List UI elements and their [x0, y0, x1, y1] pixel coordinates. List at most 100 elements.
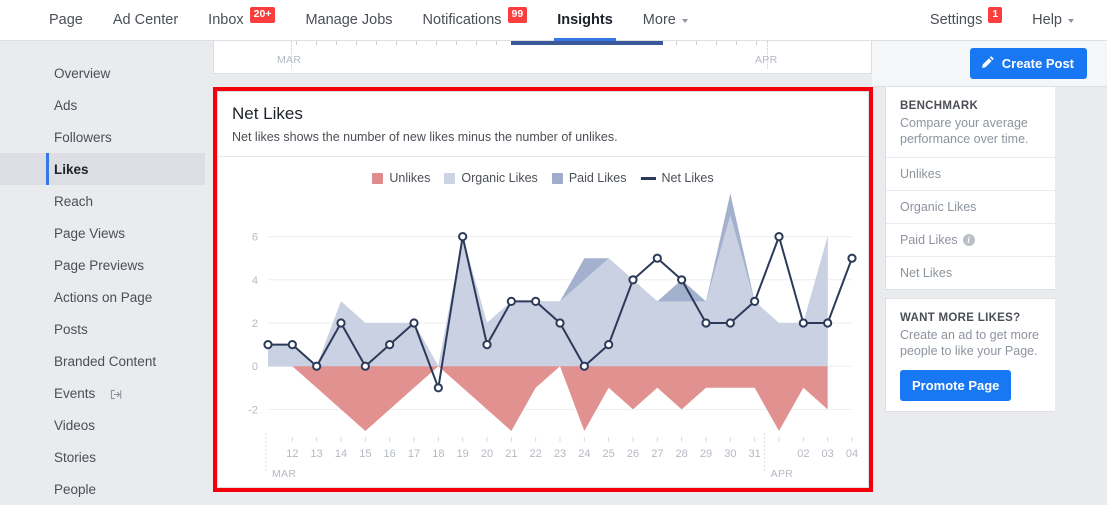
- notification-badge: 99: [507, 7, 528, 23]
- x-axis-tick-label: 29: [700, 448, 712, 460]
- sidebar-item-label: Overview: [54, 65, 111, 81]
- benchmark-row-paid-likes[interactable]: Paid Likes i: [886, 223, 1055, 256]
- net-likes-point[interactable]: [701, 318, 711, 328]
- x-axis-tick-label: 14: [335, 448, 347, 460]
- sidebar-item-people[interactable]: People: [0, 473, 205, 505]
- axis-tick: [736, 41, 737, 45]
- net-likes-point[interactable]: [823, 318, 833, 328]
- sidebar-item-stories[interactable]: Stories: [0, 441, 205, 473]
- nav-item-inbox[interactable]: Inbox 20+: [193, 0, 290, 40]
- x-axis-tick-label: 25: [603, 448, 615, 460]
- sidebar-item-label: Branded Content: [54, 353, 157, 369]
- right-rail: Create Post BENCHMARK Compare your avera…: [872, 41, 1107, 502]
- net-likes-point[interactable]: [263, 340, 273, 350]
- net-likes-chart-svg[interactable]: 6420-212 13 14 15 16 17 18 19 20 21 22 23 24 25 26 27 28…: [218, 193, 868, 478]
- nav-item-label: Help: [1032, 12, 1062, 28]
- net-likes-point[interactable]: [847, 253, 857, 263]
- sidebar-item-branded-content[interactable]: Branded Content: [0, 345, 205, 377]
- benchmark-row-organic-likes[interactable]: Organic Likes: [886, 190, 1055, 223]
- net-likes-point[interactable]: [506, 296, 516, 307]
- net-likes-point[interactable]: [385, 340, 395, 350]
- nav-item-manage-jobs[interactable]: Manage Jobs: [290, 0, 407, 40]
- net-likes-description: Net likes shows the number of new likes …: [232, 130, 618, 144]
- net-likes-point[interactable]: [628, 275, 638, 285]
- previous-chart-card-clipped: MAR APR: [213, 41, 872, 74]
- promote-description: Create an ad to get more people to like …: [900, 328, 1039, 358]
- net-likes-point[interactable]: [555, 318, 565, 328]
- y-axis-tick-label: 2: [252, 318, 258, 330]
- x-axis-tick-label: 20: [481, 448, 493, 460]
- sidebar-item-reach[interactable]: Reach: [0, 185, 205, 217]
- sidebar-item-page-views[interactable]: Page Views: [0, 217, 205, 249]
- x-axis-tick-label: 02: [797, 448, 809, 460]
- net-likes-point[interactable]: [287, 340, 297, 350]
- y-axis-tick-label: 0: [252, 361, 258, 373]
- nav-item-notifications[interactable]: Notifications 99: [408, 0, 543, 40]
- nav-item-more[interactable]: More: [628, 0, 703, 40]
- top-nav-left-group: Page Ad Center Inbox 20+ Manage Jobs Notifica…: [34, 0, 703, 41]
- benchmark-description: Compare your average performance over ti…: [900, 116, 1029, 146]
- net-likes-point[interactable]: [677, 275, 687, 285]
- net-likes-point[interactable]: [774, 232, 784, 242]
- net-likes-point[interactable]: [336, 318, 346, 328]
- x-axis-tick-label: 04: [846, 448, 858, 460]
- legend-label: Unlikes: [389, 171, 431, 185]
- axis-tick: [716, 41, 717, 45]
- x-axis-tick-label: 28: [676, 448, 688, 460]
- net-likes-point[interactable]: [360, 361, 370, 371]
- chart-legend: Unlikes Organic Likes Paid Likes Net Likes: [218, 171, 868, 185]
- x-axis-tick-label: 31: [749, 448, 761, 460]
- benchmark-intro: BENCHMARK Compare your average performan…: [886, 87, 1055, 157]
- sidebar-item-actions-on-page[interactable]: Actions on Page: [0, 281, 205, 313]
- axis-tick: [396, 41, 397, 45]
- sidebar-item-events[interactable]: Events: [0, 377, 205, 409]
- nav-item-help[interactable]: Help: [1017, 0, 1089, 40]
- legend-item-unlikes[interactable]: Unlikes: [372, 171, 430, 185]
- net-likes-point[interactable]: [458, 232, 468, 242]
- sidebar-item-posts[interactable]: Posts: [0, 313, 205, 345]
- benchmark-row-net-likes[interactable]: Net Likes: [886, 256, 1055, 289]
- axis-tick: [296, 41, 297, 45]
- unlikes-area: [268, 366, 828, 431]
- net-likes-point[interactable]: [409, 318, 419, 328]
- legend-item-organic-likes[interactable]: Organic Likes: [444, 171, 538, 185]
- net-likes-point[interactable]: [531, 296, 541, 307]
- net-likes-point[interactable]: [579, 361, 589, 371]
- net-likes-point[interactable]: [482, 340, 492, 350]
- nav-item-label: Notifications: [422, 12, 502, 28]
- benchmark-row-unlikes[interactable]: Unlikes: [886, 157, 1055, 190]
- nav-item-settings[interactable]: Settings 1: [915, 0, 1017, 40]
- nav-item-page[interactable]: Page: [34, 0, 98, 40]
- axis-tick: [436, 41, 437, 45]
- benchmark-row-label: Paid Likes: [900, 233, 958, 247]
- promote-page-button[interactable]: Promote Page: [900, 370, 1012, 401]
- sidebar-item-followers[interactable]: Followers: [0, 121, 205, 153]
- sidebar-item-ads[interactable]: Ads: [0, 89, 205, 121]
- legend-swatch: [372, 172, 384, 184]
- net-likes-point[interactable]: [604, 340, 614, 350]
- net-likes-point[interactable]: [652, 253, 662, 263]
- nav-item-label: Manage Jobs: [305, 12, 393, 28]
- net-likes-point[interactable]: [798, 318, 808, 328]
- sidebar-item-page-previews[interactable]: Page Previews: [0, 249, 205, 281]
- x-axis-tick-label: 16: [384, 448, 396, 460]
- nav-item-label: Insights: [557, 12, 613, 28]
- legend-item-paid-likes[interactable]: Paid Likes: [551, 171, 627, 185]
- info-icon[interactable]: i: [962, 234, 975, 246]
- previous-chart-bar-segment: [511, 41, 663, 45]
- promote-panel: WANT MORE LIKES? Create an ad to get mor…: [885, 298, 1055, 412]
- sidebar-item-videos[interactable]: Videos: [0, 409, 205, 441]
- month-label: APR: [771, 468, 794, 478]
- nav-item-insights[interactable]: Insights: [542, 0, 628, 41]
- x-axis-tick-label: 21: [505, 448, 517, 460]
- legend-item-net-likes[interactable]: Net Likes: [640, 171, 714, 185]
- net-likes-point[interactable]: [433, 383, 443, 393]
- net-likes-point[interactable]: [725, 318, 735, 328]
- net-likes-point[interactable]: [312, 361, 322, 371]
- pencil-icon: [981, 55, 995, 72]
- net-likes-point[interactable]: [750, 296, 760, 307]
- sidebar-item-likes[interactable]: Likes: [0, 153, 205, 185]
- nav-item-ad-center[interactable]: Ad Center: [98, 0, 193, 40]
- create-post-button[interactable]: Create Post: [969, 48, 1087, 79]
- sidebar-item-overview[interactable]: Overview: [0, 57, 205, 89]
